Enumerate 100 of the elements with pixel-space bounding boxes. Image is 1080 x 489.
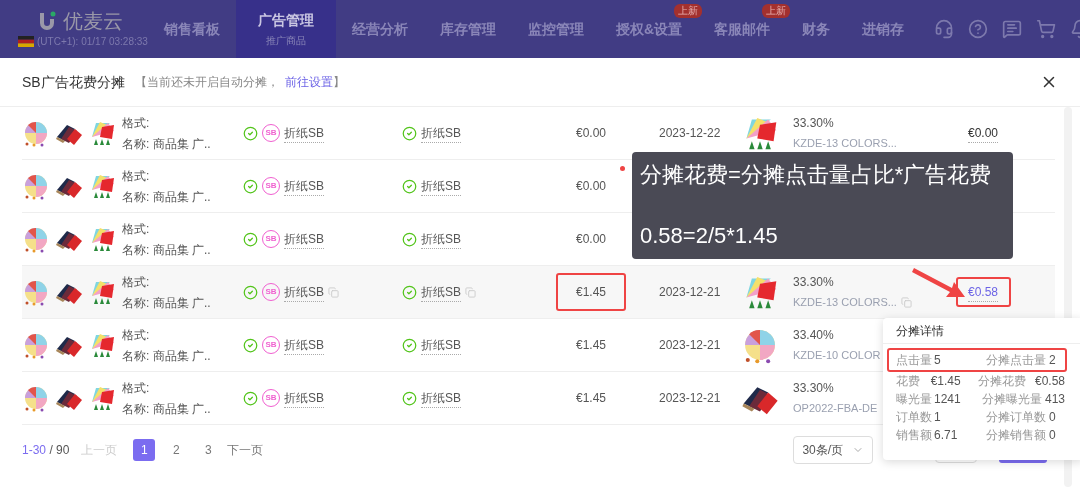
format-label: 格式:: [122, 326, 151, 344]
ad-group-name[interactable]: 折纸SB: [421, 123, 461, 143]
ad-spend: €1.45: [576, 337, 606, 354]
format-label: 格式:: [122, 220, 151, 238]
copy-icon[interactable]: [900, 297, 912, 308]
date-cell: 2023-12-21: [659, 338, 721, 352]
metric-label: 分摊点击量: [986, 352, 1044, 369]
sku-text: OP2022-FBA-DE: [793, 401, 878, 417]
sku-text: KZDE-13 COLORS...: [793, 136, 897, 152]
campaign-name[interactable]: 折纸SB: [284, 335, 324, 355]
ad-group-name[interactable]: 折纸SB: [421, 388, 461, 408]
click-share: 33.30%: [793, 274, 834, 292]
check-icon: [243, 178, 258, 194]
check-icon: [402, 284, 417, 300]
metric-value: 5: [934, 352, 942, 369]
metric-label: 分摊订单数: [986, 409, 1044, 426]
format-label: 格式:: [122, 273, 151, 291]
campaign-name[interactable]: 折纸SB: [284, 176, 324, 196]
ad-group-name[interactable]: 折纸SB: [421, 282, 461, 302]
metric-label: 点击量: [896, 352, 930, 369]
ad-spend: €0.00: [576, 125, 606, 142]
tooltip-text: 0.58=2/5*1.45: [640, 222, 779, 250]
date-cell: 2023-12-21: [659, 285, 721, 299]
metric-value: 2: [1049, 352, 1056, 369]
auto-allocation-notice: 【当前还未开启自动分摊， 前往设置】: [134, 74, 345, 91]
check-icon: [243, 390, 258, 406]
popover-title: 分摊详情: [896, 322, 944, 340]
metric-value: 0: [1049, 409, 1056, 426]
tooltip-text: 分摊花费=分摊点击量占比*广告花费: [640, 161, 993, 189]
headset-icon[interactable]: [934, 19, 955, 39]
ad-spend: €0.00: [576, 231, 606, 248]
campaign-name[interactable]: 折纸SB: [284, 229, 324, 249]
dialog-title: SB广告花费分摊: [22, 72, 125, 92]
format-label: 格式:: [122, 114, 151, 132]
sku-text: KZDE-10 COLOR: [793, 348, 881, 364]
metric-label: 分摊曝光量: [981, 391, 1040, 408]
click-share: 33.30%: [793, 380, 834, 398]
ad-spend: €1.45: [576, 284, 606, 301]
ad-name: 名称: 商品集 广..: [122, 400, 212, 418]
timezone-clock: (UTC+1): 01/17 03:28:33: [37, 34, 148, 49]
metric-value: 1: [934, 409, 942, 426]
cart-icon[interactable]: [1036, 19, 1057, 39]
check-icon: [402, 390, 417, 406]
format-label: 格式:: [122, 379, 151, 397]
page-button[interactable]: 2: [165, 439, 188, 461]
metric-value: 6.71: [934, 427, 959, 444]
ad-group-name[interactable]: 折纸SB: [421, 229, 461, 249]
ad-group-name[interactable]: 折纸SB: [421, 335, 461, 355]
copy-icon[interactable]: [328, 286, 339, 298]
check-icon: [402, 125, 417, 141]
check-icon: [402, 337, 417, 353]
metric-label: 花费: [896, 373, 921, 390]
page-range: 1-30 / 90: [22, 442, 70, 459]
format-label: 格式:: [122, 167, 151, 185]
ad-spend: €0.00: [576, 178, 606, 195]
campaign-name[interactable]: 折纸SB: [284, 388, 324, 408]
allocated-spend[interactable]: €0.00: [968, 123, 998, 143]
metric-label: 订单数: [896, 409, 930, 426]
metric-label: 曝光量: [896, 391, 930, 408]
click-share: 33.30%: [793, 115, 834, 133]
metric-label: 分摊花费: [977, 373, 1027, 390]
check-icon: [243, 337, 258, 353]
check-icon: [402, 178, 417, 194]
allocated-spend[interactable]: €0.58: [968, 282, 998, 302]
nav-tab-subtitle: 推广商品: [265, 34, 306, 48]
metric-value: €0.58: [1034, 373, 1065, 390]
ad-name: 名称: 商品集 广..: [122, 135, 212, 153]
logo-icon: [37, 9, 57, 32]
help-icon[interactable]: [968, 19, 989, 39]
copy-icon[interactable]: [465, 286, 476, 298]
metric-value: €1.45: [930, 373, 962, 390]
next-page[interactable]: 下一页: [227, 441, 264, 459]
logo-text: 优麦云: [63, 10, 123, 31]
date-cell: 2023-12-21: [659, 391, 721, 405]
check-icon: [402, 231, 417, 247]
campaign-name[interactable]: 折纸SB: [284, 282, 324, 302]
page-button[interactable]: 3: [197, 439, 220, 461]
ad-name: 名称: 商品集 广..: [122, 294, 212, 312]
metric-value: 0: [1049, 427, 1056, 444]
ad-spend: €1.45: [576, 390, 606, 407]
metric-value: 1241: [934, 391, 962, 408]
ad-name: 名称: 商品集 广..: [122, 347, 212, 365]
check-icon: [243, 125, 258, 141]
check-icon: [243, 284, 258, 300]
metric-value: 413: [1044, 391, 1065, 408]
check-icon: [243, 231, 258, 247]
ad-name: 名称: 商品集 广..: [122, 188, 212, 206]
sku-text: KZDE-13 COLORS...: [793, 295, 897, 311]
nav-tab[interactable]: 广告管理 推广商品: [235, 0, 336, 58]
ad-name: 名称: 商品集 广..: [122, 241, 212, 259]
date-cell: 2023-12-22: [659, 126, 721, 140]
ad-group-name[interactable]: 折纸SB: [421, 176, 461, 196]
message-icon[interactable]: [1002, 19, 1023, 39]
campaign-name[interactable]: 折纸SB: [284, 123, 324, 143]
page-size-select[interactable]: 30条/页: [793, 436, 874, 464]
page-button[interactable]: 1: [133, 439, 156, 461]
metric-label: 分摊销售额: [986, 427, 1044, 444]
settings-link[interactable]: 前往设置: [284, 75, 333, 89]
metric-label: 销售额: [896, 427, 930, 444]
flag-icon: [18, 35, 34, 47]
